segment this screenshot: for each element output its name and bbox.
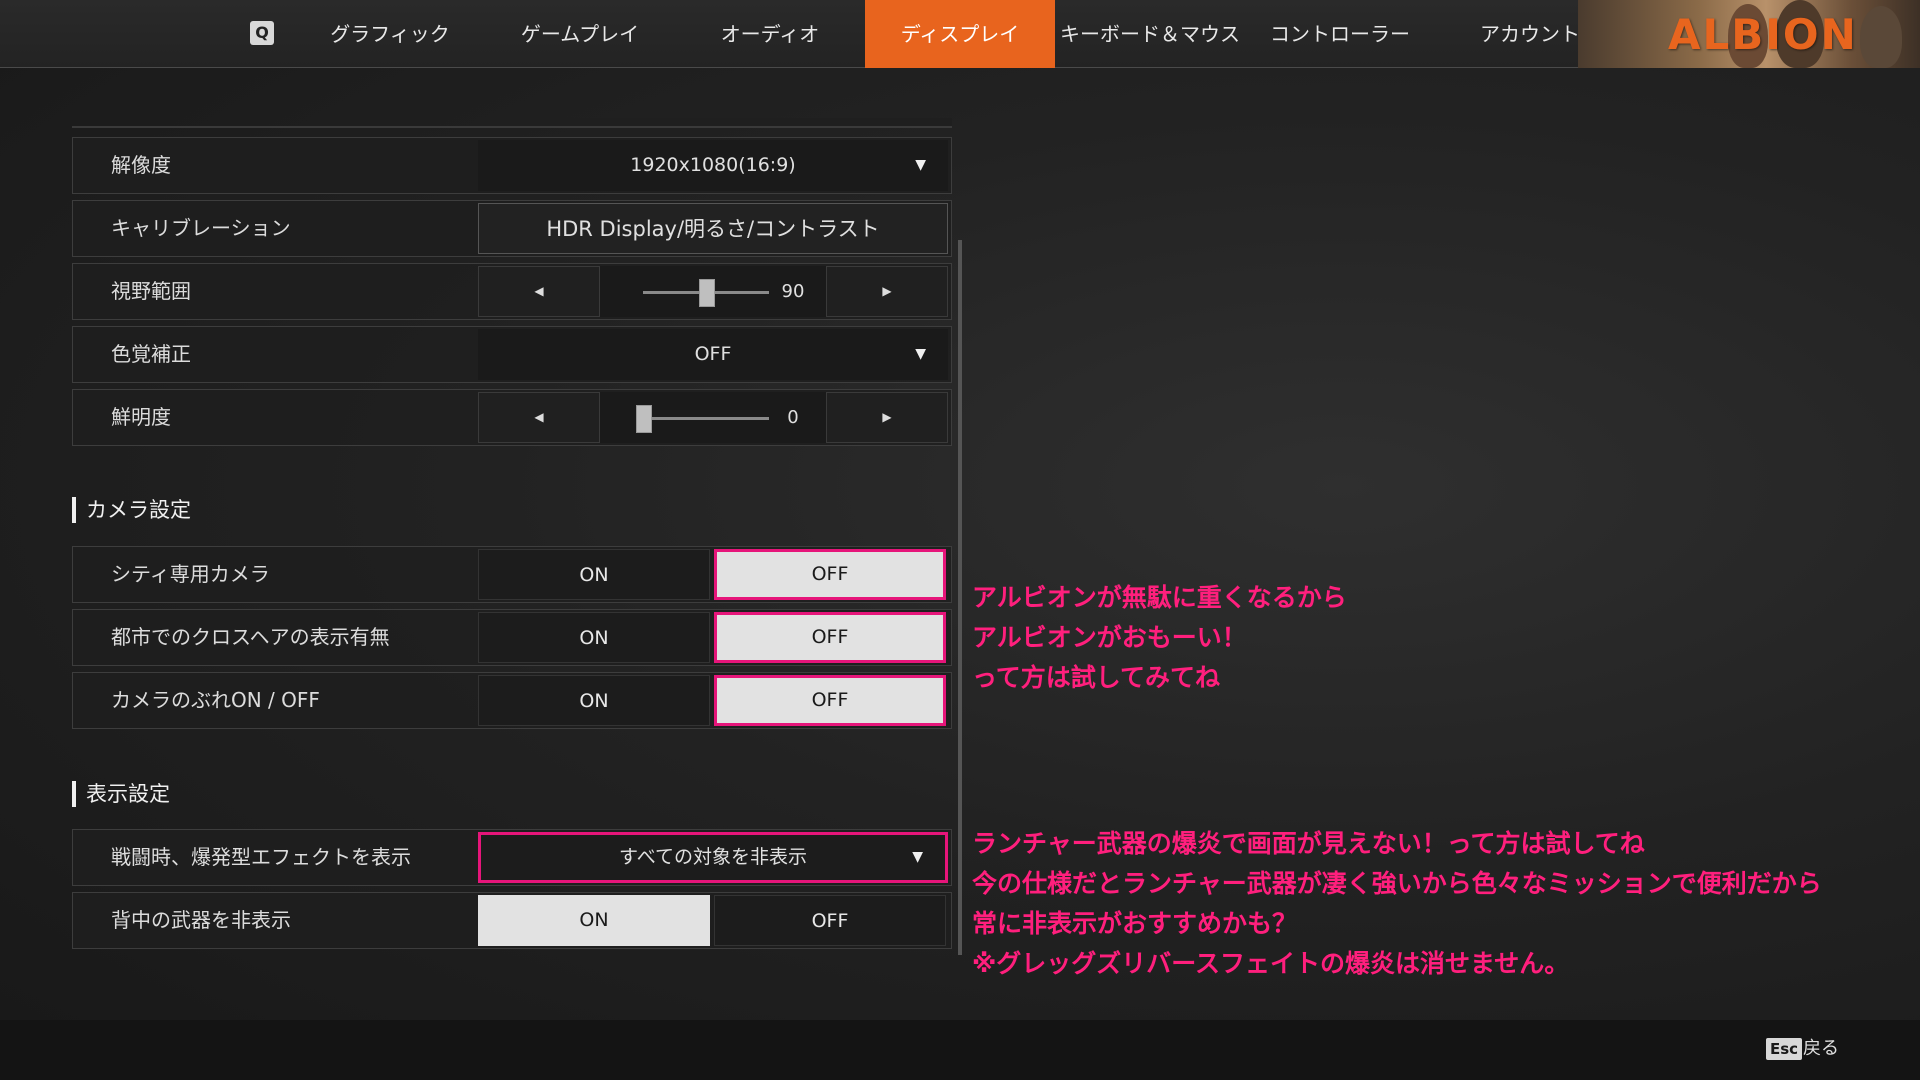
fov-slider-control: ◀ 90 ▶ bbox=[478, 266, 948, 317]
annotation-camera-line-3: って方は試してみてね bbox=[972, 663, 1221, 692]
sharpness-slider-thumb[interactable] bbox=[636, 405, 652, 433]
annotation-effect-line-2: 今の仕様だとランチャー武器が凄く強いから色々なミッションで便利だから bbox=[972, 869, 1822, 898]
tab-keyboard-mouse[interactable]: キーボード＆マウス bbox=[1055, 0, 1245, 68]
dropdown-arrow-icon: ▼ bbox=[915, 157, 926, 173]
tab-gameplay[interactable]: ゲームプレイ bbox=[485, 0, 675, 68]
resolution-dropdown[interactable]: 1920x1080(16:9) ▼ bbox=[478, 140, 948, 191]
hide-back-weapon-toggle: ON OFF bbox=[478, 895, 948, 946]
sharpness-slider-control: ◀ 0 ▶ bbox=[478, 392, 948, 443]
hide-back-weapon-row: 背中の武器を非表示 ON OFF bbox=[72, 892, 952, 949]
tab-display[interactable]: ディスプレイ bbox=[865, 0, 1055, 68]
sharpness-increase-button[interactable]: ▶ bbox=[826, 392, 948, 443]
sharpness-row: 鮮明度 ◀ 0 ▶ bbox=[72, 389, 952, 446]
fov-value: 90 bbox=[781, 281, 805, 302]
annotation-effect-line-3: 常に非表示がおすすめかも？ bbox=[972, 909, 1298, 938]
city-camera-off-button[interactable]: OFF bbox=[714, 549, 946, 600]
camera-shake-toggle: ON OFF bbox=[478, 675, 948, 726]
partial-row-top bbox=[72, 118, 952, 128]
albion-banner-image[interactable]: ALBION bbox=[1578, 0, 1920, 68]
sharpness-slider-track[interactable] bbox=[643, 417, 769, 420]
city-crosshair-label: 都市でのクロスヘアの表示有無 bbox=[111, 625, 390, 649]
resolution-label: 解像度 bbox=[111, 153, 171, 177]
q-key-hint: Q bbox=[250, 21, 274, 45]
sharpness-value: 0 bbox=[787, 407, 799, 428]
hide-back-weapon-on-button[interactable]: ON bbox=[478, 895, 710, 946]
camera-section-header: カメラ設定 bbox=[72, 497, 191, 523]
fov-row: 視野範囲 ◀ 90 ▶ bbox=[72, 263, 952, 320]
city-camera-label: シティ専用カメラ bbox=[111, 562, 270, 586]
city-camera-toggle: ON OFF bbox=[478, 549, 948, 600]
hide-back-weapon-off-button[interactable]: OFF bbox=[714, 895, 946, 946]
hide-back-weapon-label: 背中の武器を非表示 bbox=[111, 908, 291, 932]
banner-logo-text: ALBION bbox=[1668, 10, 1858, 59]
calibration-button-label: HDR Display/明るさ/コントラスト bbox=[546, 217, 880, 241]
color-blind-row: 色覚補正 OFF ▼ bbox=[72, 326, 952, 383]
color-blind-dropdown[interactable]: OFF ▼ bbox=[478, 329, 948, 380]
city-crosshair-row: 都市でのクロスヘアの表示有無 ON OFF bbox=[72, 609, 952, 666]
resolution-value: 1920x1080(16:9) bbox=[630, 154, 796, 176]
explosion-effect-row: 戦闘時、爆発型エフェクトを表示 すべての対象を非表示 ▼ bbox=[72, 829, 952, 886]
camera-shake-on-button[interactable]: ON bbox=[478, 675, 710, 726]
annotation-effect-line-4: ※グレッグズリバースフェイトの爆炎は消せません。 bbox=[972, 949, 1570, 978]
sharpness-decrease-button[interactable]: ◀ bbox=[478, 392, 600, 443]
tab-controller[interactable]: コントローラー bbox=[1245, 0, 1435, 68]
camera-shake-label: カメラのぶれON / OFF bbox=[111, 688, 320, 712]
display-section-header: 表示設定 bbox=[72, 781, 170, 807]
annotation-effect-line-1: ランチャー武器の爆炎で画面が見えない！って方は試してね bbox=[972, 829, 1645, 858]
footer-bar bbox=[0, 1020, 1920, 1080]
explosion-effect-label: 戦闘時、爆発型エフェクトを表示 bbox=[111, 845, 411, 869]
city-crosshair-toggle: ON OFF bbox=[478, 612, 948, 663]
tab-audio[interactable]: オーディオ bbox=[675, 0, 865, 68]
annotation-camera-line-1: アルビオンが無駄に重くなるから bbox=[972, 583, 1347, 612]
fov-increase-button[interactable]: ▶ bbox=[826, 266, 948, 317]
camera-shake-row: カメラのぶれON / OFF ON OFF bbox=[72, 672, 952, 729]
camera-shake-off-button[interactable]: OFF bbox=[714, 675, 946, 726]
color-blind-value: OFF bbox=[694, 343, 732, 365]
calibration-button[interactable]: HDR Display/明るさ/コントラスト bbox=[478, 203, 948, 254]
city-camera-on-button[interactable]: ON bbox=[478, 549, 710, 600]
calibration-row: キャリブレーション HDR Display/明るさ/コントラスト bbox=[72, 200, 952, 257]
esc-key-hint[interactable]: Esc bbox=[1766, 1038, 1803, 1060]
calibration-label: キャリブレーション bbox=[111, 216, 291, 240]
top-nav-bar: Q グラフィック ゲームプレイ オーディオ ディスプレイ キーボード＆マウス コ… bbox=[0, 0, 1920, 68]
fov-label: 視野範囲 bbox=[111, 279, 191, 303]
color-blind-label: 色覚補正 bbox=[111, 342, 191, 366]
resolution-row: 解像度 1920x1080(16:9) ▼ bbox=[72, 137, 952, 194]
sharpness-label: 鮮明度 bbox=[111, 405, 171, 429]
back-button-label[interactable]: 戻る bbox=[1803, 1036, 1839, 1062]
tab-graphics[interactable]: グラフィック bbox=[295, 0, 485, 68]
city-crosshair-off-button[interactable]: OFF bbox=[714, 612, 946, 663]
settings-scrollbar[interactable] bbox=[958, 240, 962, 955]
dropdown-arrow-icon: ▼ bbox=[912, 849, 923, 865]
fov-decrease-button[interactable]: ◀ bbox=[478, 266, 600, 317]
explosion-effect-dropdown[interactable]: すべての対象を非表示 ▼ bbox=[478, 832, 948, 883]
explosion-effect-value: すべての対象を非表示 bbox=[619, 846, 807, 868]
fov-slider-thumb[interactable] bbox=[699, 279, 715, 307]
character-portrait bbox=[1860, 6, 1902, 68]
city-crosshair-on-button[interactable]: ON bbox=[478, 612, 710, 663]
dropdown-arrow-icon: ▼ bbox=[915, 346, 926, 362]
annotation-camera-line-2: アルビオンがおもーい！ bbox=[972, 623, 1247, 652]
city-camera-row: シティ専用カメラ ON OFF bbox=[72, 546, 952, 603]
